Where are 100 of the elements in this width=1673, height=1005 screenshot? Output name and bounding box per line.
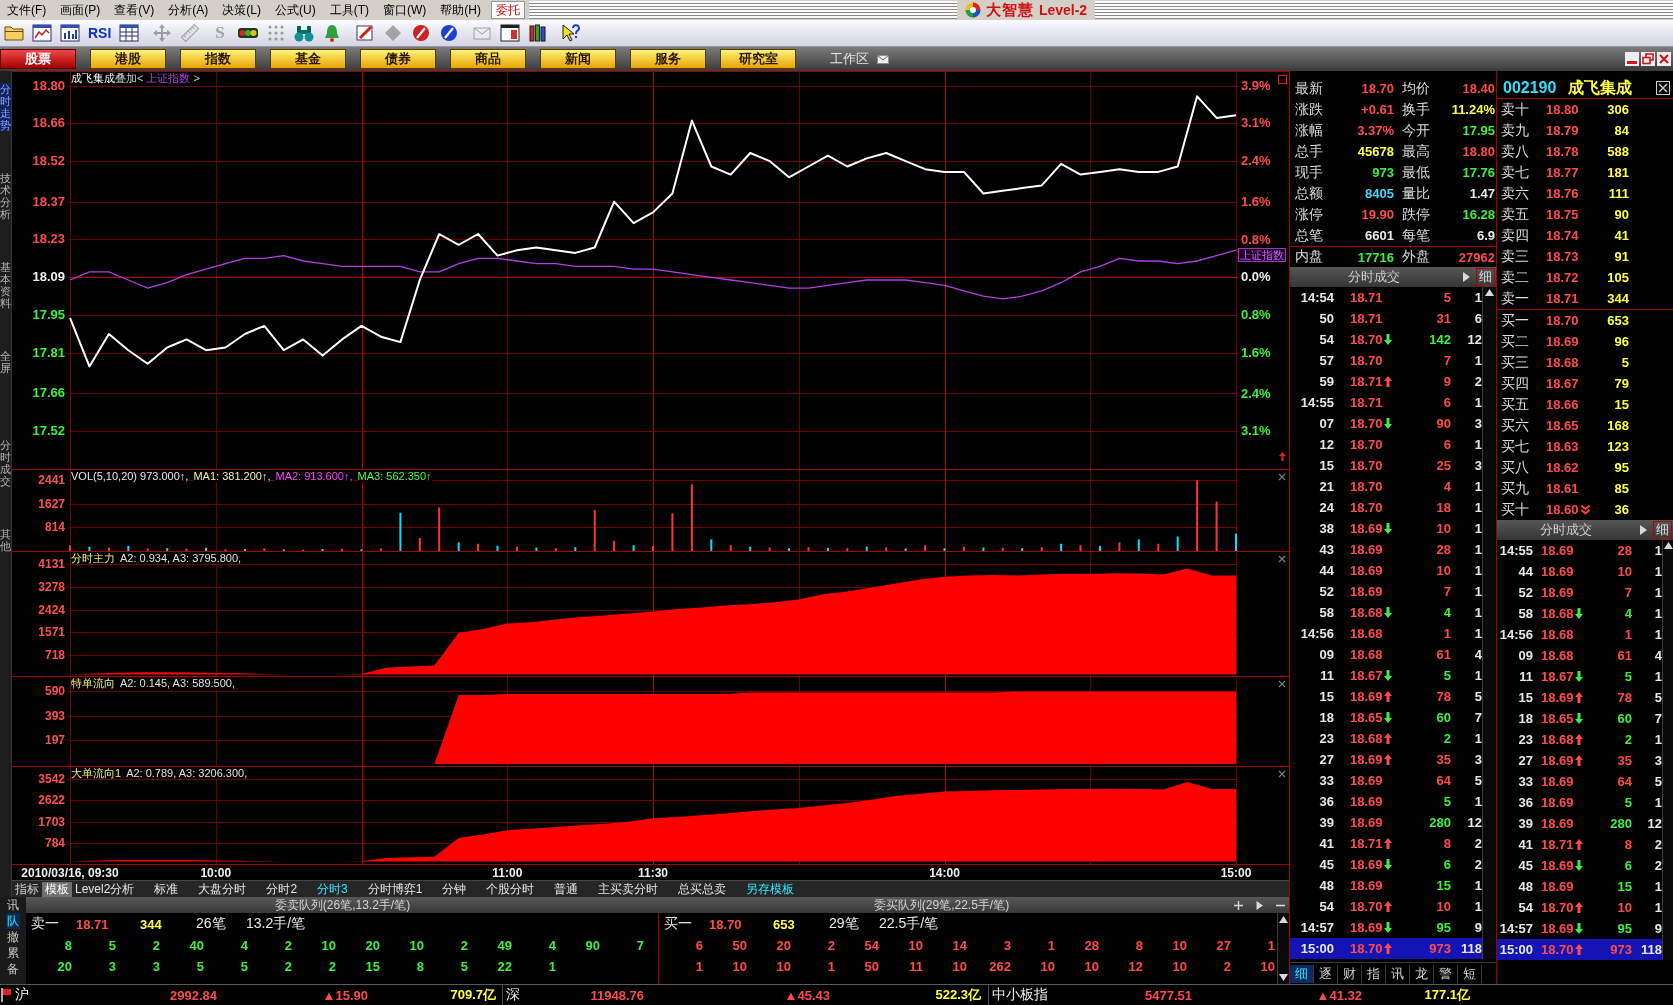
- menu-item[interactable]: 决策(L): [215, 1, 268, 19]
- tick-row[interactable]: 27 18.69 35 3: [1497, 750, 1662, 771]
- template-tab[interactable]: 总买总卖: [675, 881, 730, 897]
- info-tab[interactable]: 指: [1362, 964, 1386, 983]
- template-tab[interactable]: Level2分析: [72, 881, 138, 897]
- play-icon[interactable]: [1640, 525, 1647, 535]
- order-row[interactable]: 卖八 18.78 588: [1497, 141, 1673, 162]
- help-cursor-icon[interactable]: [560, 23, 581, 43]
- window-icon[interactable]: [499, 23, 520, 43]
- order-row[interactable]: 卖二 18.72 105: [1497, 267, 1673, 288]
- order-row[interactable]: 买六 18.65 168: [1497, 415, 1673, 436]
- scroll-up-icon[interactable]: [1279, 916, 1288, 923]
- order-row[interactable]: 买四 18.67 79: [1497, 373, 1673, 394]
- order-row[interactable]: 卖四 18.74 41: [1497, 225, 1673, 246]
- market-tab[interactable]: 服务: [630, 49, 706, 69]
- tick-row[interactable]: 21 18.70 4 1: [1290, 476, 1482, 497]
- order-row[interactable]: 买八 18.62 95: [1497, 457, 1673, 478]
- menu-item[interactable]: 帮助(H): [433, 1, 488, 19]
- tick-row[interactable]: 44 18.69 10 1: [1497, 561, 1662, 582]
- tick-row[interactable]: 23 18.68 2 1: [1497, 729, 1662, 750]
- tick-row[interactable]: 59 18.71 9 2: [1290, 371, 1482, 392]
- menu-item[interactable]: 查看(V): [107, 1, 162, 19]
- template-tab[interactable]: 分钟: [439, 881, 470, 897]
- tick-row[interactable]: 54 18.70 10 1: [1497, 897, 1662, 918]
- tick-row[interactable]: 45 18.69 6 2: [1290, 854, 1482, 875]
- tick-row[interactable]: 43 18.69 28 1: [1290, 539, 1482, 560]
- tick-row[interactable]: 14:55 18.71 6 1: [1290, 392, 1482, 413]
- template-tab[interactable]: 标准: [151, 881, 182, 897]
- up-arrow-icon[interactable]: [1279, 452, 1286, 461]
- tick-row[interactable]: 09 18.68 61 4: [1497, 645, 1662, 666]
- detail-button[interactable]: 细: [1653, 521, 1672, 539]
- tick-row[interactable]: 45 18.69 6 2: [1497, 855, 1662, 876]
- tick-row[interactable]: 50 18.71 31 6: [1290, 308, 1482, 329]
- order-row[interactable]: 卖六 18.76 111: [1497, 183, 1673, 204]
- tick-row[interactable]: 44 18.69 10 1: [1290, 560, 1482, 581]
- tick-row[interactable]: 14:56 18.68 1 1: [1290, 623, 1482, 644]
- tick-row[interactable]: 39 18.69 280 12: [1290, 812, 1482, 833]
- menu-item[interactable]: 窗口(W): [376, 1, 434, 19]
- info-tab[interactable]: 龙: [1410, 964, 1434, 983]
- tick-row[interactable]: 18 18.65 60 7: [1497, 708, 1662, 729]
- slashed-disc-icon[interactable]: [410, 23, 431, 43]
- menu-item[interactable]: 工具(T): [322, 1, 376, 19]
- queue-tab[interactable]: 队: [6, 913, 20, 929]
- side-tab[interactable]: 全屏: [0, 350, 11, 375]
- tick-row[interactable]: 14:57 18.69 95 9: [1290, 917, 1482, 938]
- template-tab[interactable]: 普通: [551, 881, 582, 897]
- tick-row[interactable]: 33 18.69 64 5: [1497, 771, 1662, 792]
- square-icon[interactable]: [1278, 75, 1287, 84]
- info-tab[interactable]: 讯: [1386, 964, 1410, 983]
- market-tab[interactable]: 研究室: [720, 49, 796, 69]
- tick-row[interactable]: 14:54 18.71 5 1: [1290, 287, 1482, 308]
- market-tab[interactable]: 新闻: [540, 49, 616, 69]
- overlay-link[interactable]: 上证指数: [146, 72, 191, 84]
- tick-row[interactable]: 48 18.69 15 1: [1497, 876, 1662, 897]
- books-icon[interactable]: [527, 23, 548, 43]
- tick-row[interactable]: 07 18.70 90 3: [1290, 413, 1482, 434]
- info-tab[interactable]: 财: [1338, 964, 1362, 983]
- order-row[interactable]: 买十 18.60 36: [1497, 499, 1673, 520]
- side-tab[interactable]: 分时成交: [0, 439, 11, 488]
- save-template-button[interactable]: 另存模板: [743, 881, 798, 897]
- tick-row[interactable]: 12 18.70 6 1: [1290, 434, 1482, 455]
- tick-row[interactable]: 36 18.69 5 1: [1290, 791, 1482, 812]
- tick-row[interactable]: 23 18.68 2 1: [1290, 728, 1482, 749]
- info-tab[interactable]: 短: [1458, 964, 1482, 983]
- tick-row[interactable]: 54 18.70 10 1: [1290, 896, 1482, 917]
- pencil-icon[interactable]: [354, 23, 375, 43]
- workspace-button[interactable]: 工作区: [830, 50, 869, 68]
- line-chart-icon[interactable]: [32, 23, 52, 43]
- tick-row[interactable]: 36 18.69 5 1: [1497, 792, 1662, 813]
- side-tab[interactable]: 技术分析: [0, 172, 11, 221]
- side-tab[interactable]: 分时走势: [0, 83, 11, 132]
- template-tab[interactable]: 分时3: [314, 881, 351, 897]
- tick-row[interactable]: 52 18.69 7 1: [1497, 582, 1662, 603]
- queue-tab[interactable]: 撤: [6, 929, 20, 945]
- market-tab[interactable]: 债券: [360, 49, 436, 69]
- envelope-icon[interactable]: [877, 54, 889, 64]
- order-row[interactable]: 卖三 18.73 91: [1497, 246, 1673, 267]
- side-tab[interactable]: 基本资料: [0, 261, 11, 310]
- menu-item[interactable]: 文件(F): [0, 1, 54, 19]
- queue-tab[interactable]: 讯: [6, 897, 20, 913]
- toolbar-button[interactable]: RSI: [86, 23, 114, 43]
- tick-row[interactable]: 27 18.69 35 3: [1290, 749, 1482, 770]
- scroll-up-icon[interactable]: [1485, 289, 1494, 296]
- market-tab[interactable]: 指数: [180, 49, 256, 69]
- tick-row[interactable]: 58 18.68 4 1: [1497, 603, 1662, 624]
- tick-row[interactable]: 24 18.70 18 1: [1290, 497, 1482, 518]
- order-row[interactable]: 买五 18.66 15: [1497, 394, 1673, 415]
- trade-button[interactable]: 委托: [491, 1, 525, 19]
- tick-row[interactable]: 52 18.69 7 1: [1290, 581, 1482, 602]
- order-row[interactable]: 买七 18.63 123: [1497, 436, 1673, 457]
- tick-row[interactable]: 14:57 18.69 95 9: [1497, 918, 1662, 939]
- template-tab[interactable]: 分时博弈1: [364, 881, 426, 897]
- order-row[interactable]: 买一 18.70 653: [1497, 310, 1673, 331]
- tick-row[interactable]: 41 18.71 8 2: [1290, 833, 1482, 854]
- play-icon[interactable]: [1463, 272, 1470, 282]
- table-icon[interactable]: [119, 23, 140, 43]
- tick-row[interactable]: 18 18.65 60 7: [1290, 707, 1482, 728]
- menu-item[interactable]: 公式(U): [268, 1, 323, 19]
- info-tab[interactable]: 细: [1290, 964, 1314, 983]
- restore-icon[interactable]: [1641, 52, 1655, 66]
